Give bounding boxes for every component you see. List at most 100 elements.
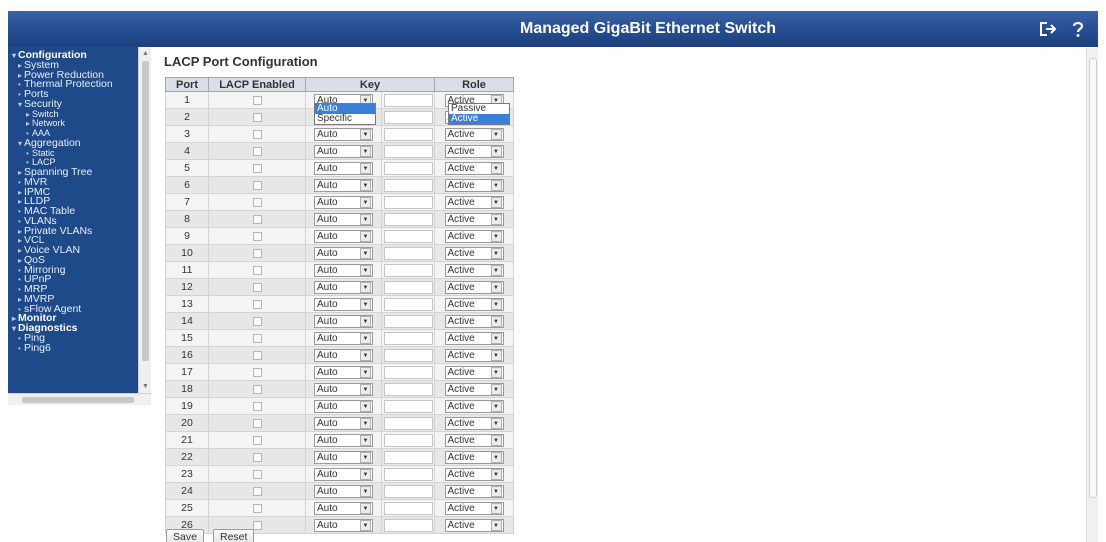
scroll-thumb[interactable] xyxy=(142,61,149,361)
key-select[interactable]: Auto ▼ xyxy=(314,331,373,345)
scroll-down-arrow-icon[interactable]: ▼ xyxy=(141,382,150,391)
key-value-input[interactable] xyxy=(383,450,433,464)
key-select[interactable]: Auto ▼ xyxy=(314,195,373,209)
key-value-input[interactable] xyxy=(383,263,433,277)
lacp-enabled-checkbox[interactable] xyxy=(252,95,262,105)
key-select[interactable]: Auto ▼ xyxy=(314,178,373,192)
key-dropdown-list[interactable]: Auto Specific xyxy=(314,103,376,125)
key-value-input[interactable] xyxy=(383,144,433,158)
key-select[interactable]: Auto ▼ xyxy=(314,484,373,498)
sidebar-vertical-scrollbar[interactable]: ▲ ▼ xyxy=(138,47,151,393)
lacp-enabled-checkbox[interactable] xyxy=(252,299,262,309)
dropdown-option[interactable]: Active xyxy=(449,114,509,124)
scroll-up-arrow-icon[interactable]: ▲ xyxy=(141,49,150,58)
lacp-enabled-checkbox[interactable] xyxy=(252,163,262,173)
key-value-input[interactable] xyxy=(383,246,433,260)
key-select[interactable]: Auto ▼ xyxy=(314,518,373,532)
lacp-enabled-checkbox[interactable] xyxy=(252,384,262,394)
sidebar-item-network[interactable]: ▸ Network xyxy=(8,118,138,129)
key-select[interactable]: Auto ▼ xyxy=(314,263,373,277)
role-select[interactable]: Active ▼ xyxy=(444,127,504,141)
role-select[interactable]: Active ▼ xyxy=(444,212,504,226)
role-select[interactable]: Active ▼ xyxy=(444,246,504,260)
role-select[interactable]: Active ▼ xyxy=(444,433,504,447)
key-select[interactable]: Auto ▼ xyxy=(314,229,373,243)
key-select[interactable]: Auto ▼ xyxy=(314,314,373,328)
lacp-enabled-checkbox[interactable] xyxy=(252,146,262,156)
lacp-enabled-checkbox[interactable] xyxy=(252,248,262,258)
key-value-input[interactable] xyxy=(383,433,433,447)
lacp-enabled-checkbox[interactable] xyxy=(252,214,262,224)
sidebar-item-static[interactable]: • Static xyxy=(8,148,138,159)
role-dropdown-list[interactable]: Passive Active xyxy=(448,103,510,125)
role-select[interactable]: Active ▼ xyxy=(444,518,504,532)
sidebar-item-aggregation[interactable]: ▾ Aggregation xyxy=(8,138,138,149)
save-button[interactable]: Save xyxy=(166,529,204,542)
role-select[interactable]: Active ▼ xyxy=(444,348,504,362)
key-select[interactable]: Auto ▼ xyxy=(314,280,373,294)
key-select[interactable]: Auto ▼ xyxy=(314,212,373,226)
lacp-enabled-checkbox[interactable] xyxy=(252,486,262,496)
lacp-enabled-checkbox[interactable] xyxy=(252,197,262,207)
key-select[interactable]: Auto ▼ xyxy=(314,501,373,515)
key-value-input[interactable] xyxy=(383,416,433,430)
lacp-enabled-checkbox[interactable] xyxy=(252,231,262,241)
key-value-input[interactable] xyxy=(383,178,433,192)
help-icon[interactable] xyxy=(1068,20,1088,38)
lacp-enabled-checkbox[interactable] xyxy=(252,265,262,275)
sidebar-item-ping6[interactable]: • Ping6 xyxy=(8,342,138,354)
key-value-input[interactable] xyxy=(383,365,433,379)
lacp-enabled-checkbox[interactable] xyxy=(252,469,262,479)
lacp-enabled-checkbox[interactable] xyxy=(252,435,262,445)
lacp-enabled-checkbox[interactable] xyxy=(252,418,262,428)
lacp-enabled-checkbox[interactable] xyxy=(252,452,262,462)
reset-button[interactable]: Reset xyxy=(213,529,255,542)
sidebar-item-security[interactable]: ▾ Security xyxy=(8,99,138,110)
key-value-input[interactable] xyxy=(383,195,433,209)
lacp-enabled-checkbox[interactable] xyxy=(252,503,262,513)
role-select[interactable]: Active ▼ xyxy=(444,229,504,243)
scroll-thumb[interactable] xyxy=(22,397,134,403)
key-select[interactable]: Auto ▼ xyxy=(314,348,373,362)
page-vertical-scrollbar[interactable] xyxy=(1086,48,1098,542)
dropdown-option[interactable]: Specific xyxy=(315,114,375,124)
role-select[interactable]: Active ▼ xyxy=(444,467,504,481)
key-value-input[interactable] xyxy=(383,518,433,532)
lacp-enabled-checkbox[interactable] xyxy=(252,333,262,343)
key-select[interactable]: Auto ▼ xyxy=(314,246,373,260)
key-value-input[interactable] xyxy=(383,280,433,294)
role-select[interactable]: Active ▼ xyxy=(444,484,504,498)
key-select[interactable]: Auto ▼ xyxy=(314,127,373,141)
key-select[interactable]: Auto ▼ xyxy=(314,416,373,430)
role-select[interactable]: Active ▼ xyxy=(444,399,504,413)
key-select[interactable]: Auto ▼ xyxy=(314,467,373,481)
lacp-enabled-checkbox[interactable] xyxy=(252,316,262,326)
key-value-input[interactable] xyxy=(383,467,433,481)
key-select[interactable]: Auto ▼ xyxy=(314,297,373,311)
lacp-enabled-checkbox[interactable] xyxy=(252,282,262,292)
lacp-enabled-checkbox[interactable] xyxy=(252,401,262,411)
key-value-input[interactable] xyxy=(383,484,433,498)
key-select[interactable]: Auto ▼ xyxy=(314,399,373,413)
key-select[interactable]: Auto ▼ xyxy=(314,450,373,464)
role-select[interactable]: Active ▼ xyxy=(444,382,504,396)
role-select[interactable]: Active ▼ xyxy=(444,501,504,515)
key-select[interactable]: Auto ▼ xyxy=(314,144,373,158)
logout-icon[interactable] xyxy=(1038,20,1058,38)
role-select[interactable]: Active ▼ xyxy=(444,297,504,311)
key-value-input[interactable] xyxy=(383,501,433,515)
key-value-input[interactable] xyxy=(383,399,433,413)
key-value-input[interactable] xyxy=(383,382,433,396)
role-select[interactable]: Active ▼ xyxy=(444,331,504,345)
sidebar-horizontal-scrollbar[interactable] xyxy=(8,393,151,405)
lacp-enabled-checkbox[interactable] xyxy=(252,129,262,139)
key-value-input[interactable] xyxy=(383,127,433,141)
key-select[interactable]: Auto ▼ xyxy=(314,365,373,379)
role-select[interactable]: Active ▼ xyxy=(444,314,504,328)
key-value-input[interactable] xyxy=(383,229,433,243)
role-select[interactable]: Active ▼ xyxy=(444,263,504,277)
role-select[interactable]: Active ▼ xyxy=(444,161,504,175)
key-select[interactable]: Auto ▼ xyxy=(314,161,373,175)
key-value-input[interactable] xyxy=(383,297,433,311)
lacp-enabled-checkbox[interactable] xyxy=(252,350,262,360)
